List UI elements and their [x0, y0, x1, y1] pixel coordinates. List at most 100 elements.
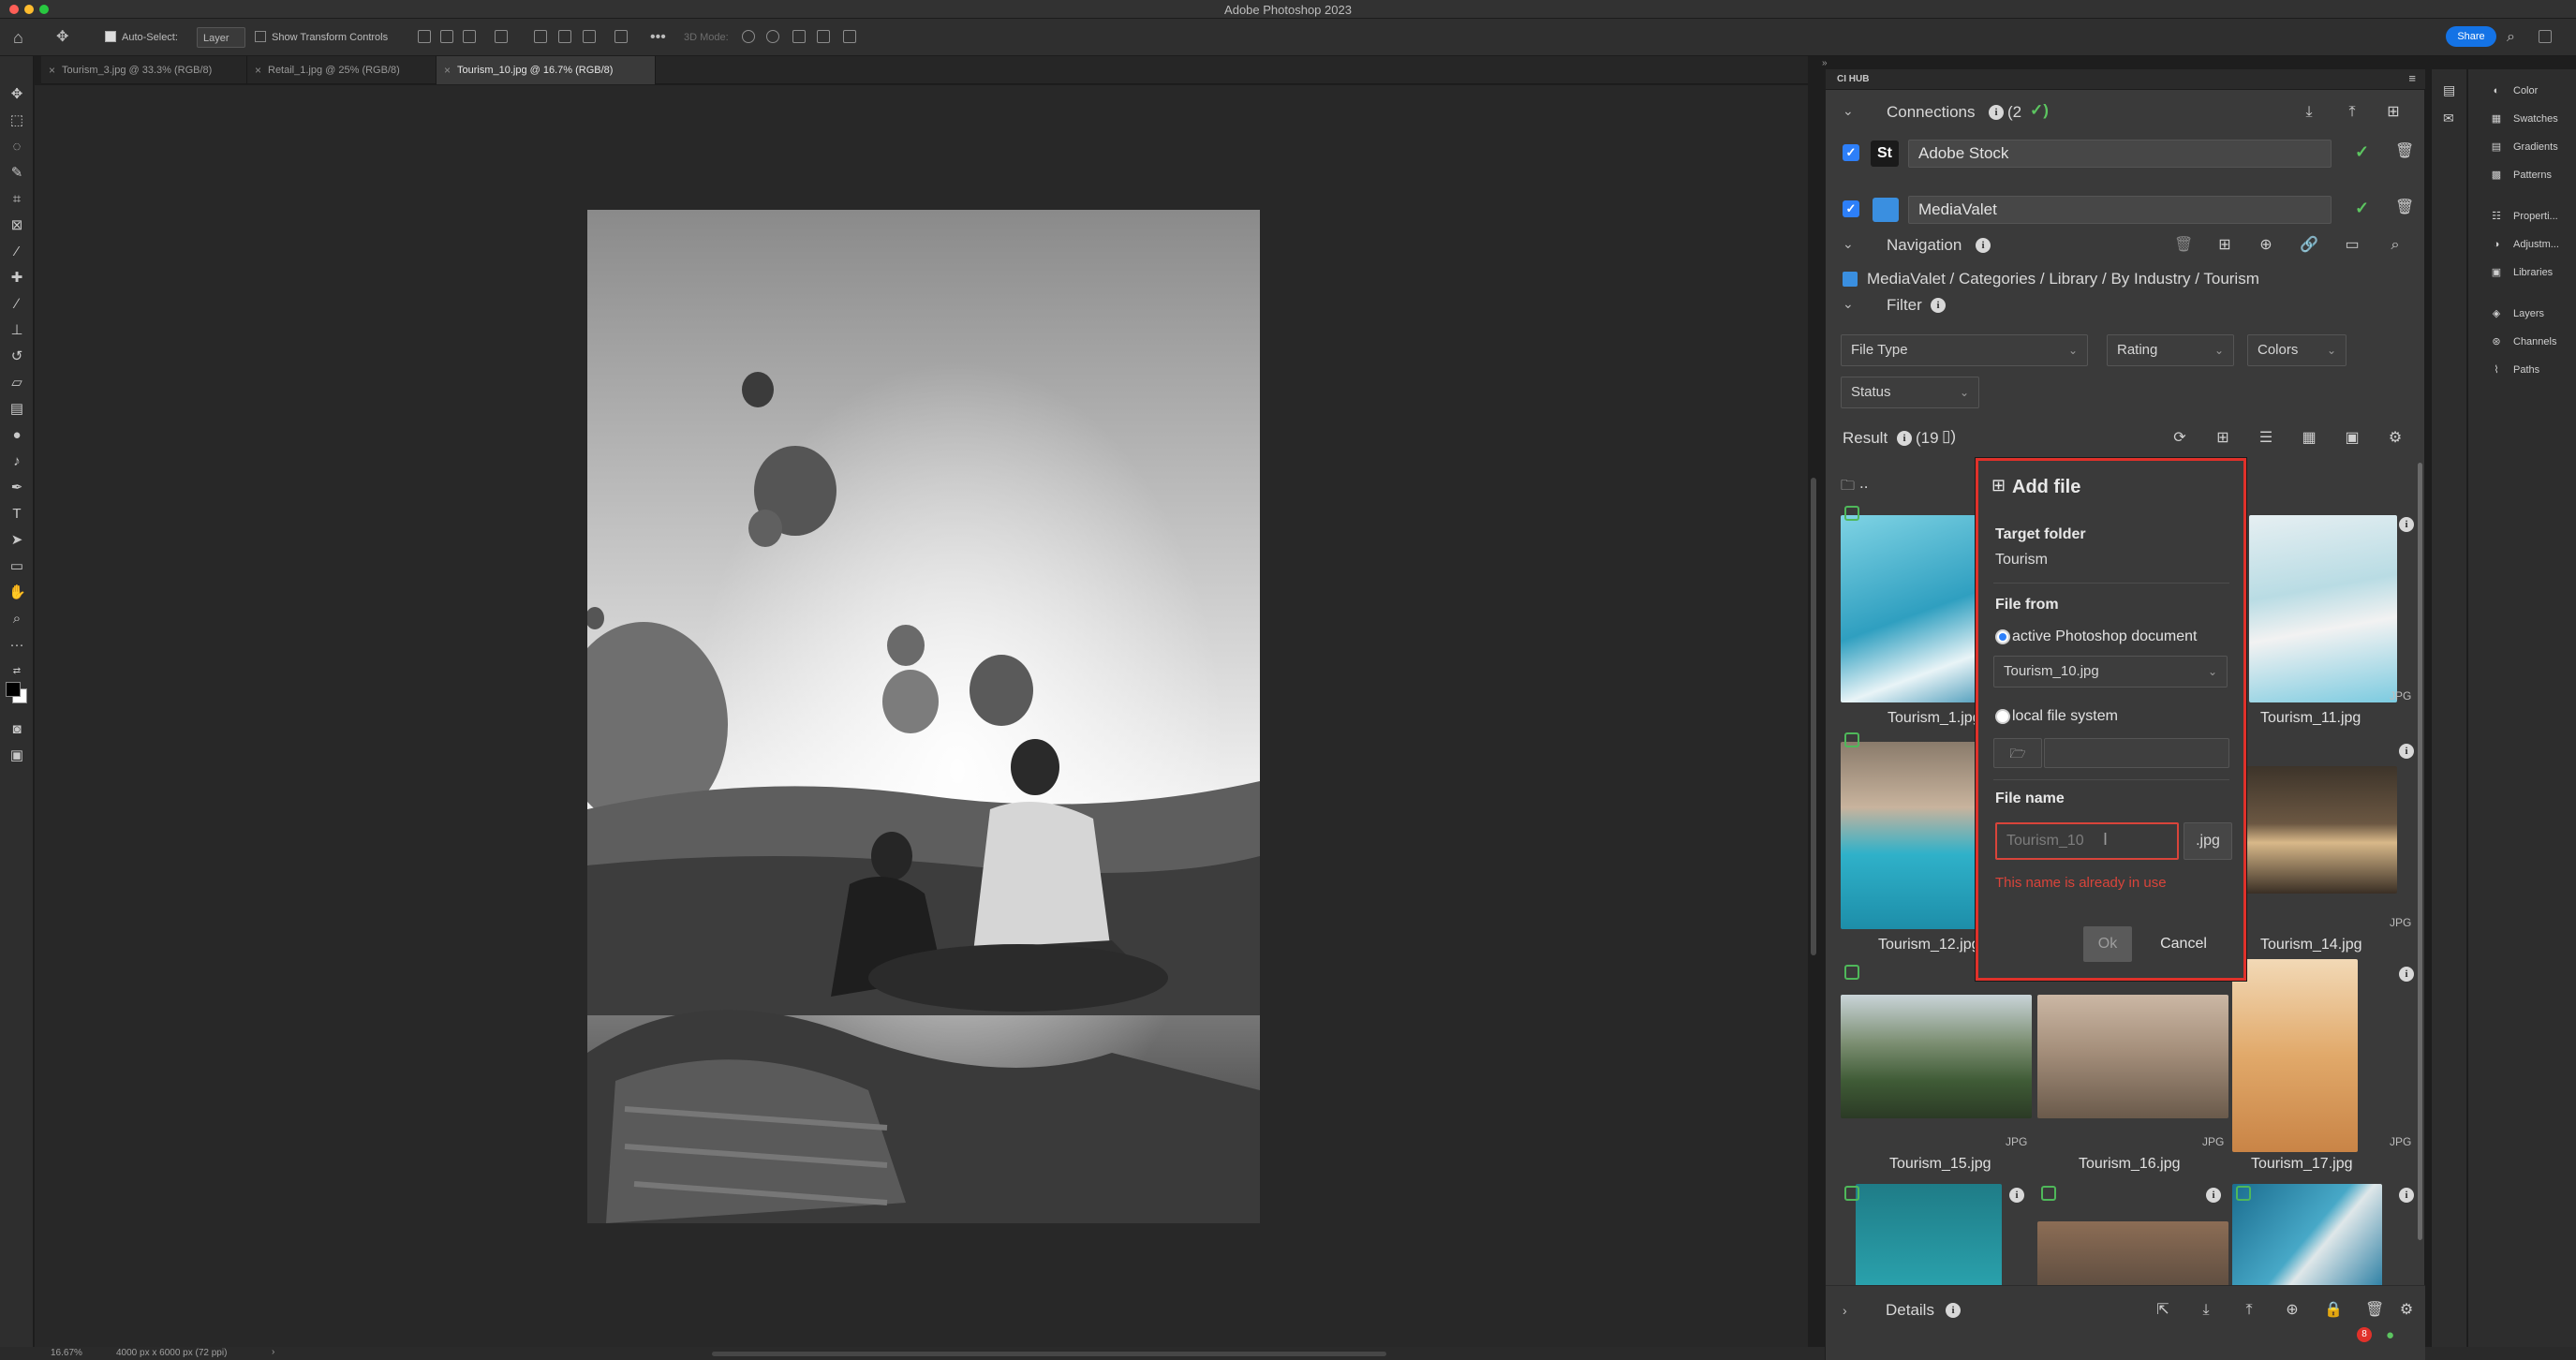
- breadcrumb[interactable]: MediaValet / Categories / Library / By I…: [1867, 270, 2259, 288]
- foreground-color-swatch[interactable]: [6, 682, 21, 697]
- search-icon[interactable]: ⌕: [2507, 27, 2515, 48]
- preview-view-icon[interactable]: ▣: [2343, 429, 2361, 448]
- rectangle-tool-icon[interactable]: ▭: [8, 558, 25, 575]
- asset-info-icon[interactable]: i: [2399, 744, 2414, 759]
- screen-mode-icon[interactable]: ▣: [8, 747, 25, 764]
- auto-select-checkbox[interactable]: [105, 31, 116, 42]
- link-icon[interactable]: 🔗: [2300, 236, 2318, 255]
- dock-patterns[interactable]: ▩ Patterns: [2489, 165, 2552, 185]
- notification-badge[interactable]: 8: [2357, 1327, 2372, 1342]
- ok-button[interactable]: Ok: [2083, 926, 2132, 962]
- canvas-horizontal-scrollbar[interactable]: [712, 1352, 1386, 1356]
- parent-folder-icon[interactable]: 🗀: [1841, 476, 1855, 499]
- share-button[interactable]: Share: [2446, 26, 2496, 47]
- asset-tile-tourism-15[interactable]: JPG Tourism_15.jpg: [1841, 959, 2034, 1184]
- open-external-icon[interactable]: ⇱: [2154, 1301, 2172, 1320]
- asset-tile-partial[interactable]: i: [1841, 1184, 2034, 1289]
- dodge-tool-icon[interactable]: ♪: [8, 453, 25, 470]
- align-center-icon[interactable]: [440, 30, 453, 43]
- crop-tool-icon[interactable]: ⌗: [8, 191, 25, 208]
- dock-channels[interactable]: ⊛ Channels: [2489, 332, 2556, 352]
- zoom-icon[interactable]: ⊕: [2283, 1301, 2302, 1320]
- file-type-filter[interactable]: File Type ⌄: [1841, 334, 2088, 366]
- file-name-input[interactable]: Tourism_10: [1995, 822, 2179, 860]
- colors-filter[interactable]: Colors ⌄: [2247, 334, 2347, 366]
- clone-stamp-tool-icon[interactable]: ⊥: [8, 322, 25, 339]
- asset-tile-tourism-17[interactable]: i JPG Tourism_17.jpg: [2232, 959, 2420, 1184]
- pen-tool-icon[interactable]: ✒: [8, 480, 25, 496]
- align-top-icon[interactable]: [534, 30, 547, 43]
- dock-swatches[interactable]: ▦ Swatches: [2489, 109, 2558, 129]
- parent-folder-label[interactable]: ..: [1859, 474, 1868, 493]
- comments-panel-icon[interactable]: ✉: [2443, 111, 2454, 126]
- rating-filter[interactable]: Rating ⌄: [2107, 334, 2234, 366]
- close-tab-icon[interactable]: ×: [444, 56, 451, 84]
- doc-tab-retail-1[interactable]: × Retail_1.jpg @ 25% (RGB/8): [247, 56, 437, 84]
- refresh-icon[interactable]: ⟳: [2170, 429, 2189, 448]
- local-file-path-input[interactable]: [2044, 738, 2229, 768]
- select-all-icon[interactable]: ⊞: [2213, 429, 2232, 448]
- zoom-icon[interactable]: ⊕: [2257, 236, 2275, 255]
- connections-info-icon[interactable]: i: [1989, 105, 2004, 120]
- roll-3d-icon[interactable]: [766, 30, 779, 43]
- asset-info-icon[interactable]: i: [2399, 967, 2414, 982]
- dock-properties[interactable]: ☷ Properti...: [2489, 206, 2558, 227]
- status-menu-icon[interactable]: ›: [272, 1347, 274, 1357]
- move-tool-icon[interactable]: ✥: [8, 86, 25, 103]
- workspace-icon[interactable]: [2539, 30, 2552, 43]
- status-filter[interactable]: Status ⌄: [1841, 377, 1979, 408]
- dock-libraries[interactable]: ▣ Libraries: [2489, 262, 2553, 283]
- filter-info-icon[interactable]: i: [1931, 298, 1946, 313]
- canvas-vertical-scrollbar[interactable]: [1811, 478, 1816, 955]
- delete-icon[interactable]: 🗑: [2174, 236, 2193, 255]
- panel-menu-icon[interactable]: ≡: [2408, 71, 2416, 85]
- adobe-stock-source[interactable]: Adobe Stock: [1908, 140, 2332, 168]
- cancel-button[interactable]: Cancel: [2151, 926, 2216, 962]
- close-tab-icon[interactable]: ×: [49, 56, 55, 84]
- close-tab-icon[interactable]: ×: [255, 56, 261, 84]
- path-selection-tool-icon[interactable]: ➤: [8, 532, 25, 549]
- panel-title[interactable]: CI HUB: [1837, 74, 1869, 84]
- quick-selection-tool-icon[interactable]: ✎: [8, 165, 25, 182]
- eraser-tool-icon[interactable]: ▱: [8, 375, 25, 392]
- zoom-tool-icon[interactable]: ⌕: [8, 611, 25, 628]
- edit-toolbar-icon[interactable]: ···: [8, 637, 25, 654]
- hand-tool-icon[interactable]: ✋: [8, 584, 26, 601]
- browse-file-button[interactable]: 🗁: [1993, 738, 2042, 768]
- asset-info-icon[interactable]: i: [2009, 1188, 2024, 1203]
- user-icon[interactable]: ●: [2386, 1327, 2394, 1343]
- asset-tile-partial[interactable]: i: [2037, 1184, 2230, 1289]
- grid-view-icon[interactable]: ▦: [2300, 429, 2318, 448]
- active-document-select[interactable]: Tourism_10.jpg ⌄: [1993, 656, 2228, 687]
- delete-icon[interactable]: 🗑: [2365, 1301, 2384, 1320]
- settings-icon[interactable]: ⚙: [2386, 429, 2405, 448]
- delete-source-icon[interactable]: 🗑: [2395, 142, 2414, 161]
- panel-scrollbar[interactable]: [2418, 463, 2422, 1240]
- document-canvas-image[interactable]: [587, 210, 1260, 1223]
- show-transform-checkbox[interactable]: [255, 31, 266, 42]
- mediavalet-source[interactable]: MediaValet: [1908, 196, 2332, 224]
- add-connection-icon[interactable]: ⊞: [2384, 103, 2403, 122]
- healing-brush-tool-icon[interactable]: ✚: [8, 270, 25, 287]
- dock-adjustments[interactable]: ◑ Adjustm...: [2489, 234, 2559, 255]
- connections-collapse-icon[interactable]: ⌄: [1843, 103, 1854, 119]
- align-right-icon[interactable]: [463, 30, 476, 43]
- asset-info-icon[interactable]: i: [2399, 517, 2414, 532]
- settings-icon[interactable]: ⚙: [2397, 1301, 2416, 1320]
- details-expand-icon[interactable]: ›: [1843, 1303, 1847, 1318]
- new-folder-icon[interactable]: ⊞: [2215, 236, 2234, 255]
- lock-icon[interactable]: 🔒: [2324, 1301, 2343, 1320]
- blur-tool-icon[interactable]: ●: [8, 427, 25, 444]
- canvas-area[interactable]: [35, 85, 1808, 1347]
- frame-tool-icon[interactable]: ⊠: [8, 217, 25, 234]
- distribute-icon[interactable]: [495, 30, 508, 43]
- scale-3d-icon[interactable]: [843, 30, 856, 43]
- asset-tile-partial[interactable]: i: [2232, 1184, 2420, 1289]
- local-file-system-radio[interactable]: [1995, 709, 2010, 724]
- dock-layers[interactable]: ◈ Layers: [2489, 303, 2544, 324]
- upload-icon[interactable]: ⤒: [2240, 1301, 2258, 1320]
- search-icon[interactable]: ⌕: [2386, 236, 2405, 255]
- folder-icon[interactable]: ▭: [2343, 236, 2361, 255]
- details-info-icon[interactable]: i: [1946, 1303, 1961, 1318]
- layer-select[interactable]: Layer: [197, 27, 245, 48]
